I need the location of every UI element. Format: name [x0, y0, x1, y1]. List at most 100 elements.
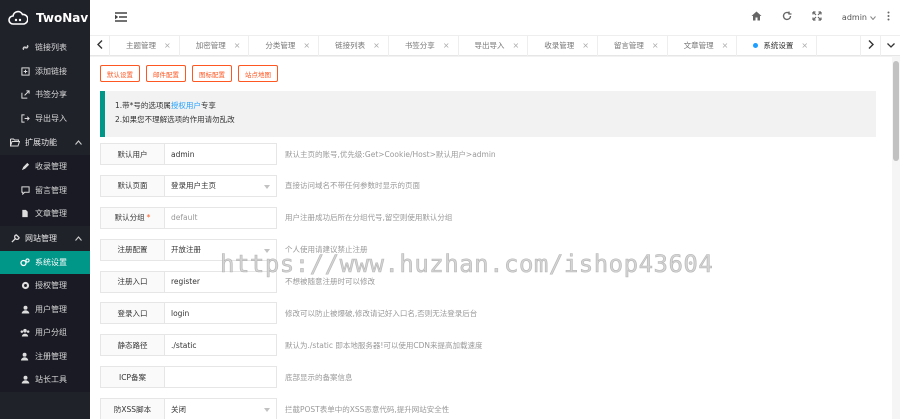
close-icon[interactable]: × — [801, 41, 808, 50]
anti-xss-select[interactable]: 关闭 — [165, 398, 277, 419]
form-row-default-group: 默认分组 * default 用户注册成功后所在分组代号,留空则使用默认分组 — [100, 206, 888, 229]
wrench-icon — [10, 233, 20, 243]
sidebar-group-extensions[interactable]: 扩展功能 — [0, 130, 90, 155]
sidebar-item-registration[interactable]: 注册管理 — [0, 345, 90, 369]
close-icon[interactable]: × — [373, 41, 380, 50]
sitemap-button[interactable]: 站点地图 — [238, 65, 278, 82]
tab-label: 留言管理 — [613, 41, 644, 50]
sidebar-item-label: 系统设置 — [35, 257, 67, 267]
fullscreen-icon[interactable] — [812, 11, 822, 23]
form-row-icp: ICP备案 底部显示的备案信息 — [100, 366, 888, 389]
sidebar-item-collection[interactable]: 收录管理 — [0, 155, 90, 179]
tab-label: 链接列表 — [335, 41, 366, 50]
tab-system-settings[interactable]: 系统设置 × — [737, 35, 818, 56]
field-help: 底部显示的备案信息 — [285, 372, 353, 382]
field-help: 个人使用请建议禁止注册 — [285, 245, 368, 255]
close-icon[interactable]: × — [513, 41, 520, 50]
form-row-registration-config: 注册配置 开放注册 个人使用请建议禁止注册 — [100, 238, 888, 261]
sidebar-item-label: 导出导入 — [35, 113, 67, 123]
user-menu[interactable]: admin — [842, 11, 890, 23]
tab-scroll-right[interactable] — [860, 35, 880, 56]
label-text: 防XSS脚本 — [113, 404, 152, 414]
icp-input[interactable] — [165, 366, 277, 389]
tab-collection[interactable]: 收录管理 × — [528, 35, 598, 56]
scrollbar-thumb[interactable] — [893, 61, 899, 161]
sidebar-item-users[interactable]: 用户管理 — [0, 298, 90, 322]
menu-toggle-icon[interactable] — [114, 12, 127, 24]
notice-text: 专享 — [200, 101, 216, 110]
field-label: 登录入口 — [100, 302, 165, 325]
close-icon[interactable]: × — [722, 41, 729, 50]
sidebar-item-label: 书签分享 — [35, 90, 67, 100]
label-text: 默认分组 — [114, 213, 145, 223]
sidebar-item-messages[interactable]: 留言管理 — [0, 179, 90, 203]
sidebar-item-export-import[interactable]: 导出导入 — [0, 107, 90, 131]
tab-articles[interactable]: 文章管理 × — [668, 35, 738, 56]
sidebar-item-webmaster-tools[interactable]: 站长工具 — [0, 368, 90, 392]
tab-bar: 主题管理 × 加密管理 × 分类管理 × 链接列表 × 书签分享 × 导出导入 × 收录管理… — [90, 35, 900, 56]
gears-icon — [20, 257, 30, 267]
dropdown-arrow-icon — [264, 184, 270, 189]
tab-categories[interactable]: 分类管理 × — [249, 35, 320, 56]
tab-label: 分类管理 — [265, 41, 296, 50]
settings-form: 默认用户 admin 默认主页的账号,优先级:Get>Cookie/Host>默… — [100, 143, 888, 419]
sidebar-item-articles[interactable]: 文章管理 — [0, 202, 90, 226]
tab-label: 主题管理 — [126, 41, 156, 50]
sidebar-item-bookmark-share[interactable]: 书签分享 — [0, 83, 90, 107]
field-help: 修改可以防止被爆破,修改请记好入口名,否则无法登录后台 — [285, 308, 478, 318]
icon-config-button[interactable]: 图标配置 — [192, 65, 232, 82]
close-icon[interactable]: × — [582, 41, 589, 50]
file-icon — [20, 209, 30, 219]
close-icon[interactable]: × — [164, 41, 171, 50]
refresh-icon[interactable] — [782, 11, 792, 23]
close-icon[interactable]: × — [303, 41, 310, 50]
registration-config-select[interactable]: 开放注册 — [165, 238, 277, 261]
tab-encryption[interactable]: 加密管理 × — [180, 35, 250, 56]
label-text: 默认页面 — [117, 181, 148, 191]
app-name: TwoNav — [36, 11, 89, 25]
close-icon[interactable]: × — [652, 41, 659, 50]
label-text: 静态路径 — [117, 340, 148, 350]
chevron-left-icon — [96, 40, 103, 51]
default-settings-button[interactable]: 默认设置 — [100, 65, 140, 82]
form-row-registration-entry: 注册入口 register 不想被随意注册时可以修改 — [100, 270, 888, 293]
tab-link-list[interactable]: 链接列表 × — [319, 35, 389, 56]
content-scrollbar[interactable] — [892, 56, 900, 419]
sidebar-item-link-list[interactable]: 链接列表 — [0, 36, 90, 60]
notice-line-1: 1.带*号的选项属授权用户专享 — [115, 99, 866, 113]
sidebar-item-license[interactable]: 授权管理 — [0, 274, 90, 298]
tab-scroll-left[interactable] — [90, 35, 110, 56]
field-help: 默认为./static 即本地服务器!可以使用CDN来提高加载速度 — [285, 340, 483, 350]
tab-messages[interactable]: 留言管理 × — [598, 35, 668, 56]
sidebar-submenu-site-management: 系统设置 授权管理 用户管理 用户分组 注册管理 站长工具 — [0, 250, 90, 392]
sidebar-item-user-groups[interactable]: 用户分组 — [0, 321, 90, 345]
field-help: 用户注册成功后所在分组代号,留空则使用默认分组 — [285, 213, 453, 223]
sidebar-item-system-settings[interactable]: 系统设置 — [0, 250, 90, 274]
default-user-input[interactable]: admin — [165, 143, 277, 165]
mail-config-button[interactable]: 邮件配置 — [146, 65, 186, 82]
chevron-right-icon — [868, 40, 874, 51]
logo[interactable]: TwoNav — [0, 0, 90, 36]
login-entry-input[interactable]: login — [165, 302, 277, 325]
tab-theme[interactable]: 主题管理 × — [110, 35, 180, 56]
plus-square-icon — [20, 66, 30, 76]
registration-entry-input[interactable]: register — [165, 270, 277, 293]
tab-bookmark-share[interactable]: 书签分享 × — [389, 35, 459, 56]
close-icon[interactable]: × — [234, 41, 241, 50]
default-page-select[interactable]: 登录用户主页 — [165, 174, 277, 197]
sidebar-group-site-management[interactable]: 网站管理 — [0, 226, 90, 251]
home-icon[interactable] — [751, 11, 762, 23]
users-icon — [20, 328, 30, 338]
user-plus-icon — [20, 351, 30, 361]
field-label: 防XSS脚本 — [100, 398, 165, 419]
more-vertical-icon[interactable] — [887, 11, 890, 23]
tab-export-import[interactable]: 导出导入 × — [459, 35, 529, 56]
sidebar-item-add-link[interactable]: 添加链接 — [0, 60, 90, 84]
chevron-down-icon — [870, 13, 876, 22]
tab-menu-dropdown[interactable] — [880, 35, 900, 56]
authorized-user-link[interactable]: 授权用户 — [171, 101, 201, 110]
default-group-input[interactable]: default — [165, 206, 277, 229]
close-icon[interactable]: × — [443, 41, 450, 50]
static-path-input[interactable]: ./static — [165, 334, 277, 357]
sidebar-item-label: 添加链接 — [35, 66, 67, 76]
